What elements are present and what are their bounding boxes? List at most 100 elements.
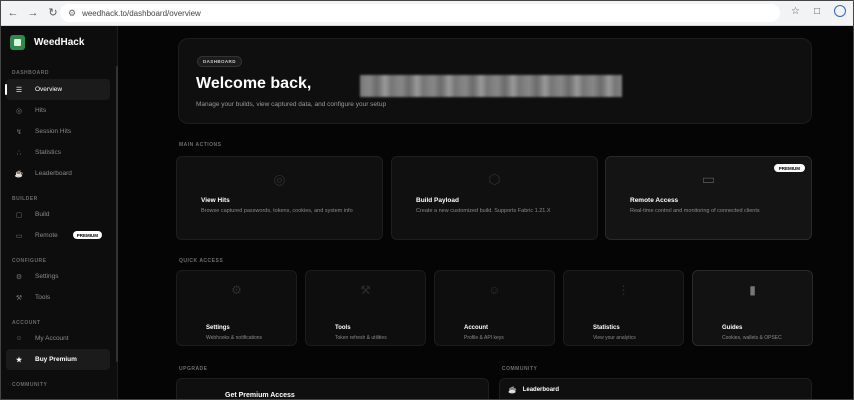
sidebar-item-label: Hits xyxy=(35,107,47,114)
monitor-icon: ▭ xyxy=(701,171,716,187)
page-title: Welcome back, xyxy=(196,75,312,92)
card-desc: Browse captured passwords, tokens, cooki… xyxy=(201,208,353,214)
forward-icon[interactable]: → xyxy=(26,6,40,20)
card-desc: Token refresh & utilities xyxy=(335,335,387,341)
card-desc: Profile & API keys xyxy=(464,335,504,341)
target-icon: ◎ xyxy=(273,171,286,187)
sidebar-item-leaderboard[interactable]: ☕ Leaderboard xyxy=(6,163,110,184)
card-title: View Hits xyxy=(201,197,230,204)
bar-chart-icon: ∴ xyxy=(16,149,22,157)
card-desc: Webhooks & notifications xyxy=(206,335,263,341)
sidebar-item-label: Build xyxy=(35,211,50,218)
sidebar-item-session-hits[interactable]: ↯ Session Hits xyxy=(6,121,110,142)
address-bar[interactable]: ⚙ weedhack.to/dashboard/overview xyxy=(60,4,780,22)
upgrade-title: Get Premium Access xyxy=(225,392,295,399)
sidebar-item-hits[interactable]: ◎ Hits xyxy=(6,100,110,121)
target-icon: ◎ xyxy=(15,107,23,115)
card-title: Settings xyxy=(206,325,230,331)
quick-card-guides[interactable]: ▮ Guides Cookies, wallets & OPSEC xyxy=(692,270,813,346)
sidebar-item-label: Tools xyxy=(35,294,51,301)
wrench-icon: ⚒ xyxy=(15,294,23,302)
leaderboard-label: Leaderboard xyxy=(522,387,560,393)
sidebar-item-label: Remote xyxy=(35,232,58,239)
bar-chart-icon: ⋮ xyxy=(617,283,630,297)
section-label-quick-access: QUICK ACCESS xyxy=(179,258,224,264)
action-card-remote-access[interactable]: PREMIUM ▭ Remote Access Real-time contro… xyxy=(605,156,812,240)
extensions-icon[interactable]: □ xyxy=(814,6,820,17)
community-card[interactable]: ☕ Leaderboard xyxy=(499,378,812,400)
section-label-configure: CONFIGURE xyxy=(12,258,47,264)
sidebar-item-tools[interactable]: ⚒ Tools xyxy=(6,287,110,308)
sidebar-item-buy-premium[interactable]: ★ Buy Premium xyxy=(6,349,110,370)
user-icon: ☺ xyxy=(488,283,501,297)
section-label-builder: BUILDER xyxy=(12,196,38,202)
hero-subtitle: Manage your builds, view captured data, … xyxy=(196,101,387,108)
star-icon: ★ xyxy=(15,356,23,364)
trophy-icon: ☕ xyxy=(14,170,24,178)
premium-badge: PREMIUM xyxy=(72,231,102,239)
book-icon: ▮ xyxy=(749,283,756,297)
community-leaderboard-link[interactable]: ☕ Leaderboard xyxy=(508,386,559,394)
package-icon: ▢ xyxy=(15,211,23,219)
card-title: Account xyxy=(464,325,488,331)
main-content: DASHBOARD Welcome back, Manage your buil… xyxy=(118,26,854,400)
brand-name: WeedHack xyxy=(34,37,85,48)
menu-icon: ☰ xyxy=(15,86,23,94)
monitor-icon: ▭ xyxy=(15,232,23,240)
quick-card-account[interactable]: ☺ Account Profile & API keys xyxy=(434,270,555,346)
section-label-community: COMMUNITY xyxy=(12,382,48,388)
card-desc: View your analytics xyxy=(593,335,636,341)
sidebar-item-build[interactable]: ▢ Build xyxy=(6,204,110,225)
bookmark-star-icon[interactable]: ☆ xyxy=(791,6,800,17)
card-title: Remote Access xyxy=(630,197,679,204)
section-label-upgrade: UPGRADE xyxy=(179,366,208,372)
welcome-hero: DASHBOARD Welcome back, Manage your buil… xyxy=(178,38,812,124)
sidebar-item-label: Overview xyxy=(35,86,63,93)
card-desc: Cookies, wallets & OPSEC xyxy=(722,335,782,341)
reload-icon[interactable]: ↻ xyxy=(46,6,60,20)
trophy-icon: ☕ xyxy=(508,387,517,394)
redacted-username xyxy=(360,75,622,97)
brand[interactable]: WeedHack xyxy=(10,35,84,50)
sidebar-item-label: My Account xyxy=(35,335,69,342)
sidebar: WeedHack DASHBOARD ☰ Overview ◎ Hits ↯ S… xyxy=(0,26,118,400)
section-label-dashboard: DASHBOARD xyxy=(12,70,49,76)
back-icon[interactable]: ← xyxy=(6,6,20,20)
profile-avatar[interactable] xyxy=(834,5,846,17)
user-icon: ☺ xyxy=(15,335,23,342)
site-info-icon[interactable]: ⚙ xyxy=(68,8,76,19)
card-desc: Real-time control and monitoring of conn… xyxy=(630,208,760,214)
package-icon: ⬡ xyxy=(488,171,501,187)
wrench-icon: ⚒ xyxy=(360,283,371,297)
section-label-community: COMMUNITY xyxy=(502,366,538,372)
sidebar-item-settings[interactable]: ⚙ Settings xyxy=(6,266,110,287)
premium-badge: PREMIUM xyxy=(773,164,805,172)
gear-icon: ⚙ xyxy=(15,273,23,281)
sidebar-item-label: Session Hits xyxy=(35,128,72,135)
sidebar-item-label: Settings xyxy=(35,273,59,280)
sidebar-item-label: Leaderboard xyxy=(35,170,72,177)
sidebar-item-remote[interactable]: ▭ Remote PREMIUM xyxy=(6,225,110,246)
action-card-view-hits[interactable]: ◎ View Hits Browse captured passwords, t… xyxy=(176,156,383,240)
lightning-icon: ↯ xyxy=(16,128,22,136)
card-desc: Create a new customized build. Supports … xyxy=(416,208,551,214)
quick-card-tools[interactable]: ⚒ Tools Token refresh & utilities xyxy=(305,270,426,346)
card-title: Tools xyxy=(335,325,351,331)
sidebar-item-label: Buy Premium xyxy=(35,356,77,363)
action-card-build-payload[interactable]: ⬡ Build Payload Create a new customized … xyxy=(391,156,598,240)
sidebar-item-overview[interactable]: ☰ Overview xyxy=(5,79,110,100)
section-label-main-actions: MAIN ACTIONS xyxy=(179,142,222,148)
gear-icon: ⚙ xyxy=(231,283,242,297)
quick-card-statistics[interactable]: ⋮ Statistics View your analytics xyxy=(563,270,684,346)
sidebar-item-label: Statistics xyxy=(35,149,62,156)
card-title: Guides xyxy=(722,325,743,331)
quick-card-settings[interactable]: ⚙ Settings Webhooks & notifications xyxy=(176,270,297,346)
upgrade-card[interactable]: Get Premium Access xyxy=(176,378,489,400)
card-title: Build Payload xyxy=(416,197,459,204)
browser-toolbar: ← → ↻ ⚙ weedhack.to/dashboard/overview ☆… xyxy=(0,0,854,26)
card-title: Statistics xyxy=(593,325,620,331)
sidebar-item-statistics[interactable]: ∴ Statistics xyxy=(6,142,110,163)
sidebar-item-my-account[interactable]: ☺ My Account xyxy=(6,328,110,349)
logo-icon xyxy=(10,35,25,50)
url-text: weedhack.to/dashboard/overview xyxy=(82,8,201,18)
